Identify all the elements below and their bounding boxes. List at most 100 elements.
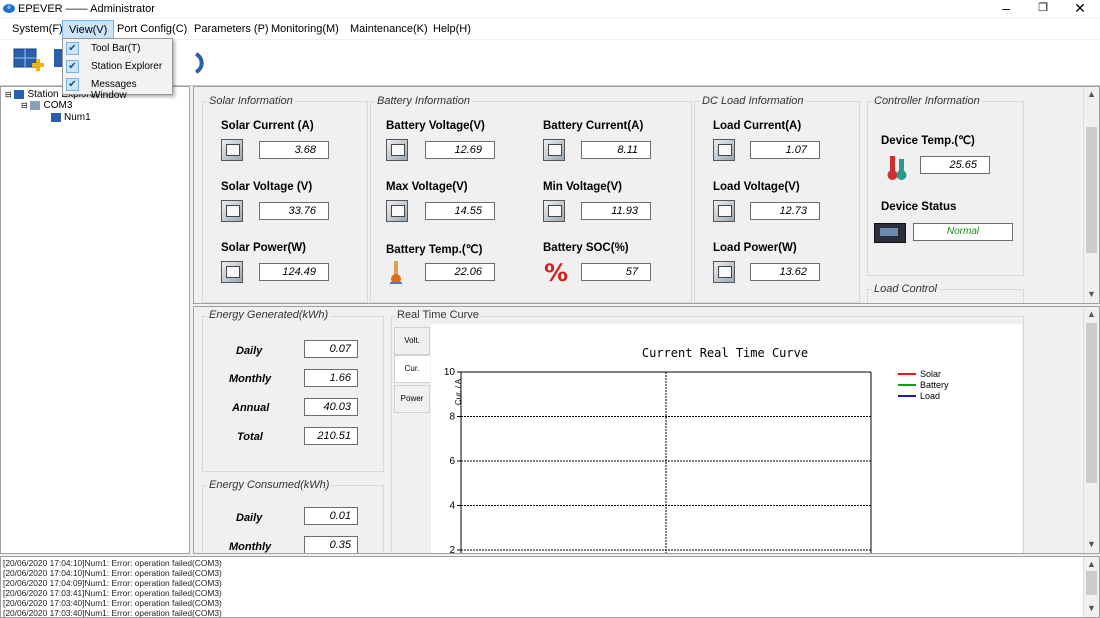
thermometer-icon bbox=[388, 259, 404, 285]
bottom-panel-scrollbar[interactable]: ▲ ▼ bbox=[1083, 307, 1099, 553]
scroll-down-icon[interactable]: ▼ bbox=[1087, 603, 1096, 613]
wattmeter-icon bbox=[713, 261, 735, 283]
tab-current[interactable]: Cur. bbox=[394, 355, 430, 383]
load-power-value: 13.62 bbox=[750, 263, 820, 281]
tab-power[interactable]: Power bbox=[394, 385, 430, 413]
generated-daily-label: Daily bbox=[236, 345, 263, 357]
scroll-thumb[interactable] bbox=[1086, 571, 1097, 595]
battery-current-value: 8.11 bbox=[581, 141, 651, 159]
consumed-monthly-value: 0.35 bbox=[304, 536, 358, 553]
controller-group-title: Controller Information bbox=[872, 95, 982, 107]
load-power-label: Load Power(W) bbox=[713, 242, 797, 254]
tree-node-com3[interactable]: ⊟ COM3 bbox=[21, 100, 72, 111]
battery-temp-label: Battery Temp.(℃) bbox=[386, 244, 483, 256]
refresh-icon[interactable] bbox=[194, 50, 214, 76]
scroll-down-icon[interactable]: ▼ bbox=[1087, 539, 1096, 549]
min-voltage-label: Min Voltage(V) bbox=[543, 181, 623, 193]
message-line: [20/06/2020 17:03:40]Num1: Error: operat… bbox=[3, 608, 222, 618]
generated-monthly-value: 1.66 bbox=[304, 369, 358, 387]
voltmeter-icon bbox=[543, 200, 565, 222]
consumed-daily-label: Daily bbox=[236, 512, 263, 524]
consumed-daily-value: 0.01 bbox=[304, 507, 358, 525]
scroll-up-icon[interactable]: ▲ bbox=[1087, 559, 1096, 569]
restore-button[interactable]: ❐ bbox=[1025, 0, 1061, 18]
check-icon: ✔ bbox=[66, 78, 79, 91]
menu-port-config[interactable]: Port Config(C) bbox=[117, 23, 187, 35]
svg-text:%: % bbox=[544, 259, 568, 285]
menu-system[interactable]: System(F) bbox=[12, 23, 63, 35]
y-tick-label: 10 bbox=[444, 367, 456, 378]
percent-icon: % bbox=[543, 259, 569, 287]
scroll-down-icon[interactable]: ▼ bbox=[1087, 289, 1096, 299]
battery-soc-label: Battery SOC(%) bbox=[543, 242, 629, 254]
tree-node-num1[interactable]: Num1 bbox=[51, 112, 91, 123]
generated-total-value: 210.51 bbox=[304, 427, 358, 445]
device-status-label: Device Status bbox=[881, 201, 957, 213]
minimize-button[interactable]: – bbox=[988, 0, 1024, 18]
scroll-thumb[interactable] bbox=[1086, 127, 1097, 253]
y-tick-label: 6 bbox=[449, 456, 455, 467]
consumed-monthly-label: Monthly bbox=[229, 541, 272, 553]
load-voltage-value: 12.73 bbox=[750, 202, 820, 220]
energy-generated-title: Energy Generated(kWh) bbox=[207, 309, 331, 321]
solar-voltage-label: Solar Voltage (V) bbox=[221, 181, 313, 193]
messages-window: [20/06/2020 17:04:10]Num1: Error: operat… bbox=[0, 556, 1100, 618]
device-temp-value: 25.65 bbox=[920, 156, 990, 174]
menu-item-station-explorer[interactable]: ✔ Station Explorer bbox=[63, 58, 172, 76]
tab-volt[interactable]: Volt. bbox=[394, 327, 430, 355]
battery-current-label: Battery Current(A) bbox=[543, 120, 644, 132]
menu-item-toolbar[interactable]: ✔ Tool Bar(T) bbox=[63, 40, 172, 58]
menu-monitoring[interactable]: Monitoring(M) bbox=[271, 23, 339, 35]
generated-annual-label: Annual bbox=[232, 402, 270, 414]
close-button[interactable]: ✕ bbox=[1062, 0, 1098, 18]
solar-current-value: 3.68 bbox=[259, 141, 329, 159]
message-line: [20/06/2020 17:04:10]Num1: Error: operat… bbox=[3, 558, 222, 568]
view-menu-dropdown: ✔ Tool Bar(T) ✔ Station Explorer ✔ Messa… bbox=[62, 38, 173, 101]
max-voltage-value: 14.55 bbox=[425, 202, 495, 220]
menu-bar: System(F) View(V) Port Config(C) Paramet… bbox=[0, 19, 1100, 39]
top-panel-scrollbar[interactable]: ▲ ▼ bbox=[1083, 87, 1099, 303]
current-chart: Current Real Time Curve Cur. / A10 8 6 4 2 Sol… bbox=[431, 324, 1022, 553]
legend-label: Solar bbox=[920, 369, 941, 379]
menu-parameters[interactable]: Parameters (P) bbox=[194, 23, 269, 35]
scroll-thumb[interactable] bbox=[1086, 323, 1097, 483]
battery-group-title: Battery Information bbox=[375, 95, 472, 107]
legend-label: Battery bbox=[920, 380, 949, 390]
collapse-icon[interactable]: ⊟ bbox=[21, 101, 28, 110]
device-tree-icon bbox=[51, 112, 61, 122]
solar-power-label: Solar Power(W) bbox=[221, 242, 306, 254]
menu-item-messages-window[interactable]: ✔ Messages Window bbox=[63, 76, 172, 101]
generated-monthly-label: Monthly bbox=[229, 373, 272, 385]
menu-view[interactable]: View(V) bbox=[62, 20, 115, 39]
scroll-up-icon[interactable]: ▲ bbox=[1087, 89, 1096, 99]
message-line: [20/06/2020 17:03:40]Num1: Error: operat… bbox=[3, 598, 222, 608]
y-tick-label: 8 bbox=[449, 412, 455, 423]
menu-maintenance[interactable]: Maintenance(K) bbox=[350, 23, 428, 35]
tree-label: Num1 bbox=[64, 112, 91, 123]
menu-help[interactable]: Help(H) bbox=[433, 23, 471, 35]
device-thermometer-icon bbox=[884, 153, 910, 181]
collapse-icon[interactable]: ⊟ bbox=[5, 90, 12, 99]
battery-voltage-label: Battery Voltage(V) bbox=[386, 120, 485, 132]
y-tick-label: 4 bbox=[449, 501, 455, 512]
controller-group bbox=[867, 101, 1024, 276]
max-voltage-label: Max Voltage(V) bbox=[386, 181, 468, 193]
solar-current-label: Solar Current (A) bbox=[221, 120, 314, 132]
legend-label: Load bbox=[920, 391, 940, 401]
tree-label: COM3 bbox=[43, 100, 73, 111]
energy-consumed-title: Energy Consumed(kWh) bbox=[207, 479, 332, 491]
menu-item-label: Station Explorer bbox=[91, 61, 163, 72]
y-axis-label: Cur. / A bbox=[454, 378, 463, 405]
station-tree-icon bbox=[14, 89, 25, 99]
scroll-up-icon[interactable]: ▲ bbox=[1087, 309, 1096, 319]
port-tree-icon bbox=[30, 100, 41, 110]
load-group-title: DC Load Information bbox=[700, 95, 806, 107]
messages-scrollbar[interactable]: ▲ ▼ bbox=[1083, 557, 1099, 617]
add-station-icon[interactable] bbox=[12, 45, 46, 79]
voltmeter-icon bbox=[221, 200, 243, 222]
menu-item-label: Tool Bar(T) bbox=[91, 43, 141, 54]
ammeter-icon bbox=[713, 139, 735, 161]
load-control-title: Load Control bbox=[872, 283, 939, 295]
load-current-value: 1.07 bbox=[750, 141, 820, 159]
voltmeter-icon bbox=[713, 200, 735, 222]
